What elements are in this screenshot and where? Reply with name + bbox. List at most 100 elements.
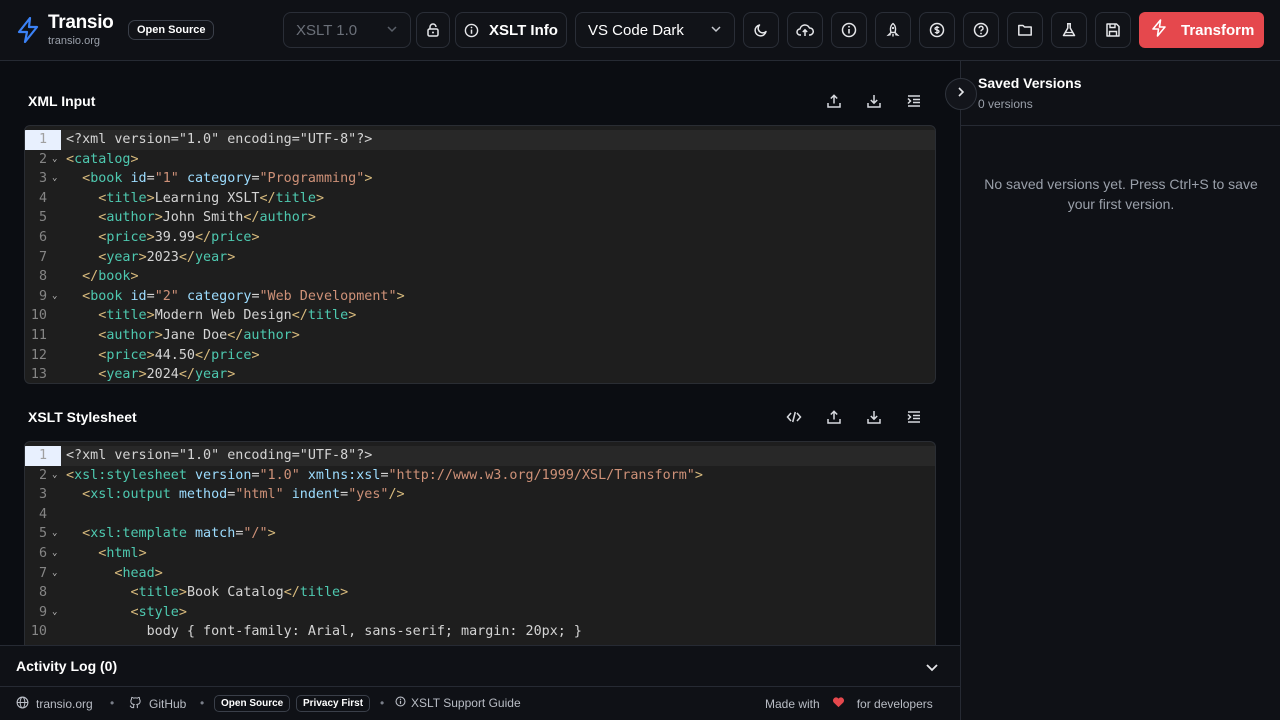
fold-chevron-icon[interactable]: ⌄ <box>52 564 57 584</box>
xslt-info-button[interactable]: XSLT Info <box>455 12 567 48</box>
info-icon <box>464 23 479 38</box>
code-text: <xsl:template match="/"> <box>82 526 276 542</box>
sidebar-toggle-button[interactable] <box>945 78 977 110</box>
code-line[interactable]: 3 <xsl:output method="html" indent="yes"… <box>25 485 935 505</box>
open-folder-button[interactable] <box>1007 12 1043 48</box>
save-button[interactable] <box>1095 12 1131 48</box>
info-icon <box>395 696 406 710</box>
code-line[interactable]: 1 <?xml version="1.0" encoding="UTF-8"?> <box>25 446 935 466</box>
code-text: body { font-family: Arial, sans-serif; m… <box>66 624 582 640</box>
code-line[interactable]: 6 ⌄ <html> <box>25 544 935 564</box>
code-text: <author>Jane Doe</author> <box>98 327 300 343</box>
code-line[interactable]: 8 </book> <box>25 267 935 287</box>
code-line[interactable]: 9 ⌄ <book id="2" category="Web Developmen… <box>25 287 935 307</box>
code-text: <?xml version="1.0" encoding="UTF-8"?> <box>66 448 373 463</box>
activity-log-title: Activity Log (0) <box>16 658 118 674</box>
code-line[interactable]: 9 ⌄ <style> <box>25 603 935 623</box>
code-line[interactable]: 7 <year>2023</year> <box>25 248 935 268</box>
code-text: <book id="2" category="Web Development"> <box>82 288 405 304</box>
fold-chevron-icon[interactable]: ⌄ <box>52 169 57 189</box>
transform-button[interactable]: Transform <box>1139 12 1264 48</box>
saved-versions-empty-message: No saved versions yet. Press Ctrl+S to s… <box>984 176 1258 212</box>
xslt-editor[interactable]: 1 <?xml version="1.0" encoding="UTF-8"?> 2… <box>24 441 936 651</box>
code-line[interactable]: 5 ⌄ <xsl:template match="/"> <box>25 524 935 544</box>
help-button[interactable] <box>963 12 999 48</box>
line-number: 10 <box>30 308 47 324</box>
xslt-stylesheet-title: XSLT Stylesheet <box>28 409 137 425</box>
code-text: <title>Learning XSLT</title> <box>98 190 324 206</box>
footer-site-link[interactable]: transio.org <box>16 696 93 712</box>
save-icon <box>1105 22 1121 38</box>
code-text: <html> <box>98 545 147 561</box>
fold-chevron-icon[interactable]: ⌄ <box>52 466 57 486</box>
donate-button[interactable] <box>919 12 955 48</box>
code-line[interactable]: 4 <title>Learning XSLT</title> <box>25 189 935 209</box>
code-line[interactable]: 8 <title>Book Catalog</title> <box>25 583 935 603</box>
separator-dot: • <box>110 696 115 710</box>
activity-log-bar[interactable]: Activity Log (0) <box>0 645 960 687</box>
footer-made-with: Made with for developers <box>765 696 933 711</box>
code-text: <?xml version="1.0" encoding="UTF-8"?> <box>66 132 373 147</box>
fold-chevron-icon[interactable]: ⌄ <box>52 524 57 544</box>
about-button[interactable] <box>831 12 867 48</box>
upload-icon[interactable] <box>824 407 844 427</box>
fold-chevron-icon[interactable]: ⌄ <box>52 150 57 170</box>
code-line[interactable]: 2 ⌄ <catalog> <box>25 150 935 170</box>
format-indent-icon[interactable] <box>904 407 924 427</box>
xml-code-lines: 1 <?xml version="1.0" encoding="UTF-8"?> 2… <box>25 126 935 383</box>
upload-icon[interactable] <box>824 91 844 111</box>
code-line[interactable]: 10 <title>Modern Web Design</title> <box>25 306 935 326</box>
fold-chevron-icon[interactable]: ⌄ <box>52 603 57 623</box>
xml-input-title: XML Input <box>28 93 96 109</box>
code-line[interactable]: 6 <price>39.99</price> <box>25 228 935 248</box>
folder-icon <box>1017 22 1033 38</box>
footer-guide-link[interactable]: XSLT Support Guide <box>395 696 521 710</box>
xml-editor[interactable]: 1 <?xml version="1.0" encoding="UTF-8"?> 2… <box>24 125 936 384</box>
made-with-label: Made with <box>765 696 820 711</box>
fold-chevron-icon[interactable]: ⌄ <box>52 544 57 564</box>
code-line[interactable]: 1 <?xml version="1.0" encoding="UTF-8"?> <box>25 130 935 150</box>
code-text: <year>2023</year> <box>98 249 236 265</box>
line-number: 4 <box>38 506 47 522</box>
chevron-down-icon[interactable] <box>924 659 940 680</box>
xslt-version-select[interactable]: XSLT 1.0 <box>283 12 411 48</box>
code-line[interactable]: 12 <price>44.50</price> <box>25 346 935 366</box>
code-line[interactable]: 2 ⌄ <xsl:stylesheet version="1.0" xmlns:xs… <box>25 466 935 486</box>
theme-select[interactable]: VS Code Dark <box>575 12 735 48</box>
xslt-code-lines: 1 <?xml version="1.0" encoding="UTF-8"?> 2… <box>25 442 935 642</box>
line-number: 13 <box>30 367 47 383</box>
format-indent-icon[interactable] <box>904 91 924 111</box>
app-root: Transio transio.org Open Source XSLT 1.0… <box>0 0 1280 720</box>
lock-button[interactable] <box>416 12 450 48</box>
lock-open-icon <box>425 22 441 38</box>
code-line[interactable]: 10 body { font-family: Arial, sans-serif… <box>25 622 935 642</box>
footer-github-label: GitHub <box>149 697 187 711</box>
separator-dot: • <box>380 696 385 710</box>
rocket-button[interactable] <box>875 12 911 48</box>
examples-button[interactable] <box>1051 12 1087 48</box>
code-text: <title>Book Catalog</title> <box>130 585 349 601</box>
github-icon <box>129 696 142 712</box>
cloud-upload-button[interactable] <box>787 12 823 48</box>
fold-chevron-icon[interactable]: ⌄ <box>52 287 57 307</box>
code-line[interactable]: 3 ⌄ <book id="1" category="Programming"> <box>25 169 935 189</box>
footer-guide-label: XSLT Support Guide <box>411 696 521 710</box>
code-line[interactable]: 11 <author>Jane Doe</author> <box>25 326 935 346</box>
code-text: </book> <box>82 269 139 285</box>
footer: transio.org • GitHub • Open Source Priva… <box>0 687 960 720</box>
brand-name[interactable]: Transio <box>48 12 114 34</box>
code-line[interactable]: 4 <box>25 505 935 525</box>
download-icon[interactable] <box>864 407 884 427</box>
for-developers-label: for developers <box>856 696 933 711</box>
footer-github-link[interactable]: GitHub <box>129 696 186 712</box>
download-icon[interactable] <box>864 91 884 111</box>
code-text: <head> <box>114 565 163 581</box>
code-icon[interactable] <box>784 407 804 427</box>
code-text: <price>39.99</price> <box>98 229 260 245</box>
code-line[interactable]: 7 ⌄ <head> <box>25 564 935 584</box>
line-number: 1 <box>25 446 61 466</box>
dark-mode-button[interactable] <box>743 12 779 48</box>
info-icon <box>841 22 857 38</box>
code-line[interactable]: 5 <author>John Smith</author> <box>25 208 935 228</box>
code-line[interactable]: 13 <year>2024</year> <box>25 365 935 383</box>
